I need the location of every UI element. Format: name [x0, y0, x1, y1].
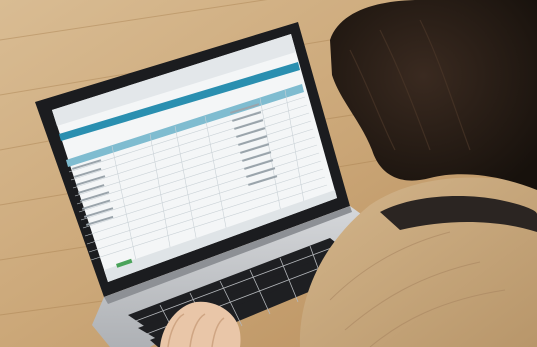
photo-scene — [0, 0, 537, 347]
